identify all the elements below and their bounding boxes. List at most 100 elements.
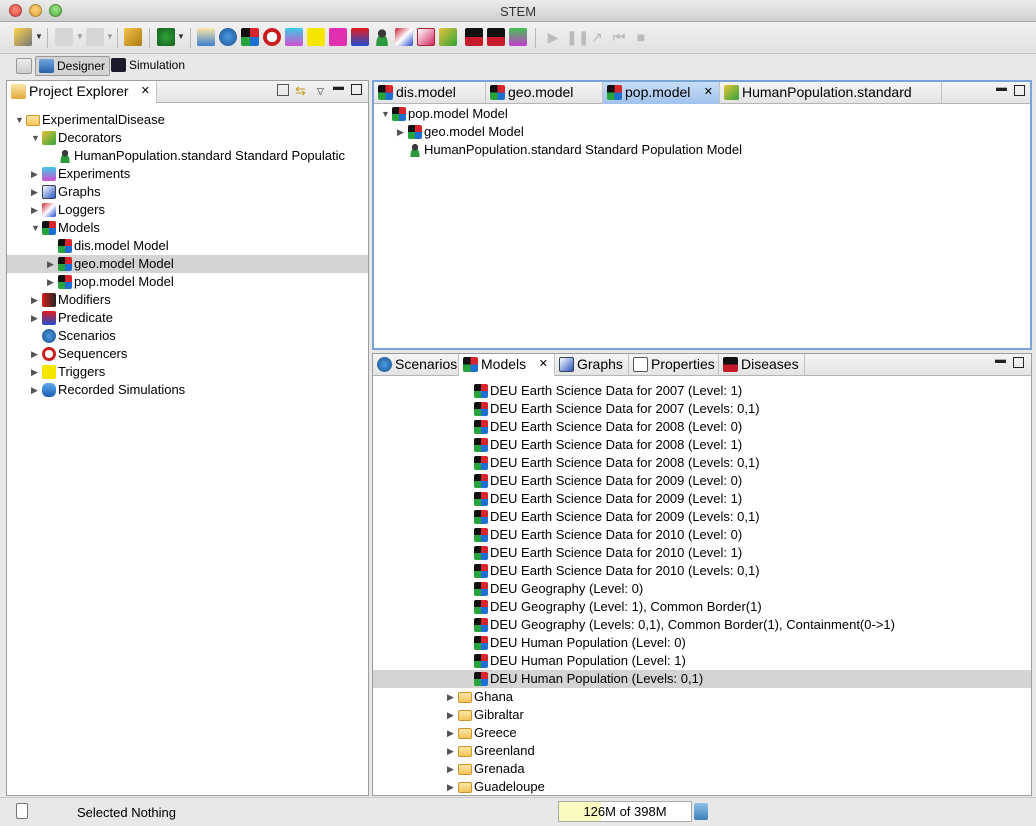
collapsed-twisty-icon[interactable]: ▶ — [447, 706, 457, 724]
list-item[interactable]: DEU Earth Science Data for 2009 (Level: … — [373, 472, 1031, 490]
chevron-down-icon[interactable]: ▼ — [35, 32, 43, 41]
maximize-icon[interactable] — [351, 84, 362, 95]
new-project-icon[interactable] — [197, 28, 215, 46]
collapsed-twisty-icon[interactable]: ▶ — [31, 381, 41, 399]
library-tab-4[interactable]: Diseases — [719, 354, 805, 376]
garbage-collect-icon[interactable] — [694, 803, 708, 820]
tab-project-explorer[interactable]: Project Explorer ✕ — [7, 81, 157, 103]
expanded-twisty-icon[interactable]: ▼ — [31, 219, 41, 237]
collapsed-twisty-icon[interactable]: ▶ — [447, 724, 457, 742]
list-item[interactable]: DEU Earth Science Data for 2008 (Level: … — [373, 418, 1031, 436]
expanded-twisty-icon[interactable]: ▼ — [381, 105, 391, 123]
collapsed-twisty-icon[interactable]: ▶ — [447, 760, 457, 778]
disease-model-icon[interactable] — [487, 28, 505, 46]
collapsed-twisty-icon[interactable]: ▶ — [31, 291, 41, 309]
close-icon[interactable]: ✕ — [141, 81, 150, 102]
editor-tab-0[interactable]: dis.model — [374, 82, 486, 104]
tree-item[interactable]: dis.model Model — [7, 237, 368, 255]
list-item[interactable]: ▶ Ghana — [373, 688, 1031, 706]
new-model-icon[interactable] — [241, 28, 259, 46]
maximize-icon[interactable] — [1013, 357, 1024, 368]
collapsed-twisty-icon[interactable]: ▶ — [31, 309, 41, 327]
graph-icon[interactable] — [417, 28, 435, 46]
tree-item[interactable]: ▶ geo.model Model — [7, 255, 368, 273]
tree-item[interactable]: ▼ Models — [7, 219, 368, 237]
modifier-icon[interactable] — [329, 28, 347, 46]
predicate-icon[interactable] — [351, 28, 369, 46]
back-icon[interactable] — [55, 28, 73, 46]
collapsed-twisty-icon[interactable]: ▶ — [31, 201, 41, 219]
list-item[interactable]: ▶ Gibraltar — [373, 706, 1031, 724]
run-icon[interactable] — [157, 28, 175, 46]
reset-icon[interactable]: ⏮ — [610, 28, 628, 46]
list-item[interactable]: DEU Geography (Level: 1), Common Border(… — [373, 598, 1031, 616]
collapsed-twisty-icon[interactable]: ▶ — [31, 345, 41, 363]
tree-item[interactable]: ▶ Recorded Simulations — [7, 381, 368, 399]
forward-icon[interactable] — [86, 28, 104, 46]
view-menu-icon[interactable]: ▽ — [317, 86, 324, 97]
list-item[interactable]: ▶ Guadeloupe — [373, 778, 1031, 795]
chevron-down-icon[interactable]: ▼ — [177, 32, 185, 41]
population-model-icon[interactable] — [509, 28, 527, 46]
list-item[interactable]: DEU Earth Science Data for 2009 (Level: … — [373, 490, 1031, 508]
experiment-icon[interactable] — [285, 28, 303, 46]
expanded-twisty-icon[interactable]: ▼ — [31, 129, 41, 147]
list-item[interactable]: DEU Earth Science Data for 2007 (Levels:… — [373, 400, 1031, 418]
list-item[interactable]: DEU Human Population (Levels: 0,1) — [373, 670, 1031, 688]
tree-item[interactable]: ▶ Predicate — [7, 309, 368, 327]
fast-view-icon[interactable] — [16, 803, 28, 819]
library-tab-2[interactable]: Graphs — [555, 354, 629, 376]
editor-tree-item[interactable]: HumanPopulation.standard Standard Popula… — [374, 141, 1030, 159]
collapsed-twisty-icon[interactable]: ▶ — [447, 742, 457, 760]
tree-item[interactable]: ▶ pop.model Model — [7, 273, 368, 291]
collapsed-twisty-icon[interactable]: ▶ — [31, 165, 41, 183]
list-item[interactable]: DEU Earth Science Data for 2007 (Level: … — [373, 382, 1031, 400]
decorator-icon[interactable] — [439, 28, 457, 46]
tree-item[interactable]: ▼ Decorators — [7, 129, 368, 147]
collapsed-twisty-icon[interactable]: ▶ — [31, 183, 41, 201]
editor-tab-3[interactable]: HumanPopulation.standard — [720, 82, 942, 104]
list-item[interactable]: DEU Earth Science Data for 2009 (Levels:… — [373, 508, 1031, 526]
list-item[interactable]: ▶ Grenada — [373, 760, 1031, 778]
close-icon[interactable]: ✕ — [539, 354, 548, 375]
play-icon[interactable]: ▶ — [544, 28, 562, 46]
tree-item[interactable]: ▼ ExperimentalDisease — [7, 111, 368, 129]
list-item[interactable]: DEU Earth Science Data for 2010 (Level: … — [373, 544, 1031, 562]
library-tab-3[interactable]: Properties — [629, 354, 719, 376]
minimize-icon[interactable]: ▬ — [995, 354, 1006, 366]
step-icon[interactable]: ↗ — [588, 28, 606, 46]
collapsed-twisty-icon[interactable]: ▶ — [47, 255, 57, 273]
list-item[interactable]: DEU Earth Science Data for 2010 (Levels:… — [373, 562, 1031, 580]
perspective-simulation[interactable]: Simulation — [108, 56, 189, 76]
list-item[interactable]: DEU Geography (Level: 0) — [373, 580, 1031, 598]
link-editor-icon[interactable]: ⇆ — [295, 83, 306, 99]
perspective-designer[interactable]: Designer — [35, 56, 111, 76]
trigger-icon[interactable] — [307, 28, 325, 46]
undo-icon[interactable] — [124, 28, 142, 46]
clock-icon[interactable] — [263, 28, 281, 46]
collapse-all-icon[interactable] — [277, 84, 289, 96]
expanded-twisty-icon[interactable]: ▼ — [15, 111, 25, 129]
editor-tab-1[interactable]: geo.model — [486, 82, 603, 104]
globe-icon[interactable] — [219, 28, 237, 46]
chevron-down-icon[interactable]: ▼ — [76, 32, 84, 41]
disease-icon[interactable] — [465, 28, 483, 46]
tree-item[interactable]: ▶ Sequencers — [7, 345, 368, 363]
tree-item[interactable]: ▶ Triggers — [7, 363, 368, 381]
list-item[interactable]: DEU Earth Science Data for 2008 (Levels:… — [373, 454, 1031, 472]
list-item[interactable]: DEU Geography (Levels: 0,1), Common Bord… — [373, 616, 1031, 634]
tree-item[interactable]: ▶ Modifiers — [7, 291, 368, 309]
library-tab-0[interactable]: Scenarios — [373, 354, 459, 376]
list-item[interactable]: DEU Human Population (Level: 0) — [373, 634, 1031, 652]
heap-status[interactable]: 126M of 398M — [558, 801, 692, 822]
minimize-icon[interactable]: ▬ — [996, 82, 1007, 94]
minimize-icon[interactable]: ▬ — [333, 81, 344, 93]
collapsed-twisty-icon[interactable]: ▶ — [447, 688, 457, 706]
pause-icon[interactable]: ❚❚ — [566, 28, 589, 46]
editor-tree-item[interactable]: ▶ geo.model Model — [374, 123, 1030, 141]
person-icon[interactable] — [373, 28, 391, 46]
collapsed-twisty-icon[interactable]: ▶ — [397, 123, 407, 141]
editor-tab-2[interactable]: pop.model ✕ — [603, 82, 720, 104]
list-item[interactable]: DEU Earth Science Data for 2008 (Level: … — [373, 436, 1031, 454]
tree-item[interactable]: Scenarios — [7, 327, 368, 345]
